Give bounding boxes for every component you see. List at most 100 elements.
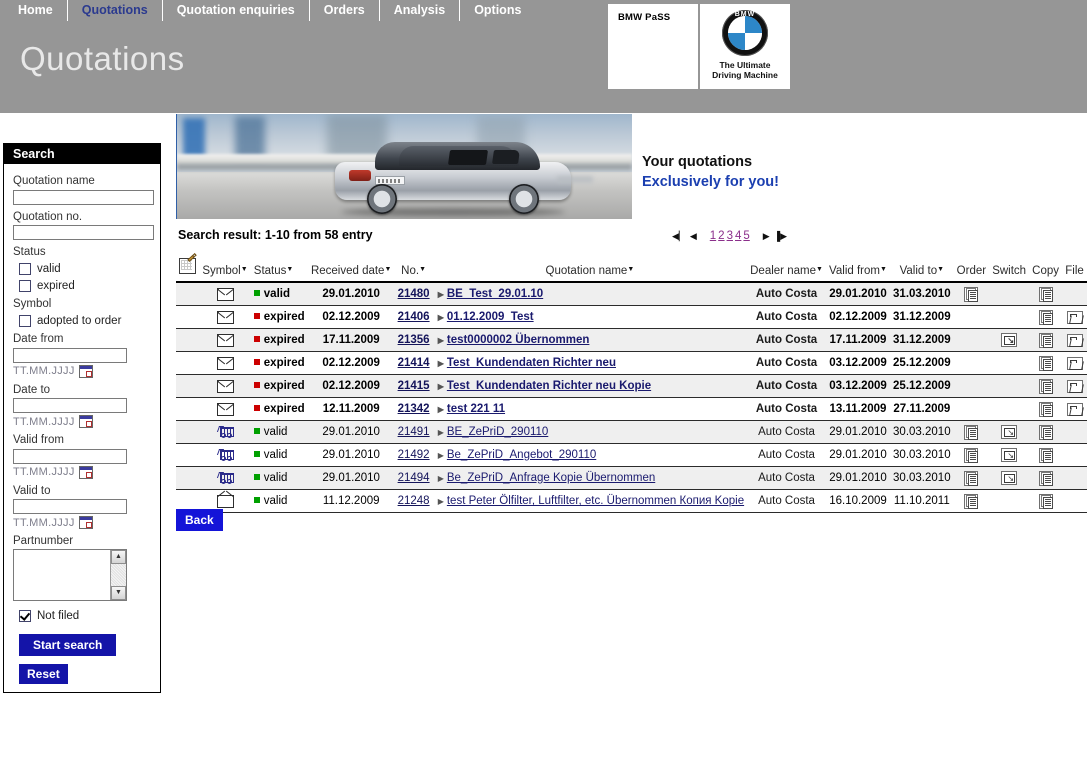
cell-order[interactable] bbox=[953, 420, 990, 444]
copy-document-icon[interactable] bbox=[1038, 286, 1053, 302]
envelope-closed-icon[interactable] bbox=[216, 287, 234, 301]
cell-symbol[interactable] bbox=[199, 466, 251, 490]
copy-document-icon[interactable] bbox=[1038, 309, 1053, 325]
calendar-icon[interactable] bbox=[78, 415, 93, 428]
copy-document-icon[interactable] bbox=[1038, 401, 1053, 417]
nav-item-home[interactable]: Home bbox=[0, 0, 68, 21]
partnumber-textarea[interactable]: ▲ ▼ bbox=[13, 549, 127, 601]
not-filed-checkbox[interactable] bbox=[19, 610, 31, 622]
quotation-number-link[interactable]: 21415 bbox=[398, 380, 430, 392]
order-document-icon[interactable] bbox=[964, 424, 979, 440]
status-expired-checkbox[interactable] bbox=[19, 280, 31, 292]
quotation-name-input[interactable] bbox=[13, 189, 154, 205]
pager-first-button[interactable]: ◀▏ bbox=[672, 229, 686, 243]
envelope-closed-icon[interactable] bbox=[216, 333, 234, 347]
pager-last-button[interactable]: ▐▶ bbox=[774, 229, 787, 243]
cell-file[interactable] bbox=[1062, 305, 1087, 329]
sort-descending-icon[interactable]: ▼ bbox=[286, 266, 293, 273]
pager-prev-button[interactable]: ◀ bbox=[690, 229, 697, 243]
cell-copy[interactable] bbox=[1029, 397, 1063, 421]
cell-quotation-name[interactable]: ▶ Be_ZePriD_Anfrage Kopie Übernommen bbox=[432, 466, 748, 490]
cell-copy[interactable] bbox=[1029, 351, 1063, 375]
order-document-icon[interactable] bbox=[964, 286, 979, 302]
cell-number[interactable]: 21356 bbox=[394, 328, 433, 352]
cell-copy[interactable] bbox=[1029, 328, 1063, 352]
pager-page-3[interactable]: 3 bbox=[727, 230, 733, 242]
date-from-input[interactable] bbox=[13, 347, 127, 363]
cell-symbol[interactable] bbox=[199, 397, 251, 421]
calendar-icon[interactable] bbox=[78, 465, 93, 479]
not-filed-checkbox-row[interactable]: Not filed bbox=[19, 610, 151, 622]
scroll-track[interactable] bbox=[111, 564, 126, 586]
sort-descending-icon[interactable]: ▼ bbox=[937, 266, 944, 273]
cell-order[interactable] bbox=[953, 466, 990, 490]
cell-quotation-name[interactable]: ▶ 01.12.2009_Test bbox=[432, 305, 748, 329]
cell-copy[interactable] bbox=[1029, 489, 1063, 513]
sort-descending-icon[interactable]: ▼ bbox=[816, 266, 823, 273]
quotation-name-link[interactable]: BE_ZePriD_290110 bbox=[447, 426, 548, 438]
quotation-name-link[interactable]: Test_Kundendaten Richter neu bbox=[447, 357, 616, 369]
cell-copy[interactable] bbox=[1029, 443, 1063, 467]
switch-icon[interactable]: ↘ bbox=[1001, 425, 1018, 439]
pager-page-5[interactable]: 5 bbox=[743, 230, 749, 242]
table-row[interactable]: expired 17.11.2009 21356 ▶ test0000002 Übern… bbox=[176, 328, 1087, 352]
copy-document-icon[interactable] bbox=[1038, 378, 1053, 394]
quotation-number-link[interactable]: 21492 bbox=[398, 449, 430, 461]
table-row[interactable]: valid 29.01.2010 21491 ▶ BE_ZePriD_290110 Aut… bbox=[176, 420, 1087, 444]
calendar-icon[interactable] bbox=[78, 364, 93, 378]
col-header-dealer[interactable]: Dealer name▼ bbox=[747, 256, 826, 283]
file-folder-icon[interactable] bbox=[1066, 310, 1084, 324]
quotation-number-link[interactable]: 21356 bbox=[398, 334, 430, 346]
quotation-name-link[interactable]: BE_Test_29.01.10 bbox=[447, 288, 543, 300]
file-folder-icon[interactable] bbox=[1066, 333, 1084, 347]
sort-descending-icon[interactable]: ▼ bbox=[384, 266, 391, 273]
order-document-icon[interactable] bbox=[964, 493, 979, 509]
cell-number[interactable]: 21494 bbox=[394, 466, 433, 490]
edit-note-icon[interactable] bbox=[179, 253, 197, 274]
cell-quotation-name[interactable]: ▶ BE_Test_29.01.10 bbox=[432, 282, 748, 306]
col-header-no[interactable]: No.▼ bbox=[394, 256, 433, 283]
quotation-name-link[interactable]: test0000002 Übernommen bbox=[447, 334, 590, 346]
quotation-number-link[interactable]: 21248 bbox=[398, 495, 430, 507]
status-expired-checkbox-row[interactable]: expired bbox=[19, 280, 151, 292]
cell-switch[interactable]: ↘ bbox=[989, 443, 1030, 467]
sort-descending-icon[interactable]: ▼ bbox=[241, 266, 248, 273]
cell-quotation-name[interactable]: ▶ Test_Kundendaten Richter neu bbox=[432, 351, 748, 375]
col-header-status[interactable]: Status▼ bbox=[250, 256, 308, 283]
envelope-open-icon[interactable] bbox=[216, 494, 234, 508]
nav-item-quotation-enquiries[interactable]: Quotation enquiries bbox=[163, 0, 310, 21]
col-header-name[interactable]: Quotation name▼ bbox=[432, 256, 748, 283]
table-row[interactable]: valid 11.12.2009 21248 ▶ test Peter Ölfilter… bbox=[176, 489, 1087, 513]
cell-copy[interactable] bbox=[1029, 305, 1063, 329]
nav-item-orders[interactable]: Orders bbox=[310, 0, 380, 21]
cell-quotation-name[interactable]: ▶ test Peter Ölfilter, Luftfilter, etc. Ü… bbox=[432, 489, 748, 513]
cell-file[interactable] bbox=[1062, 351, 1087, 375]
cell-switch[interactable]: ↘ bbox=[989, 420, 1030, 444]
copy-document-icon[interactable] bbox=[1038, 447, 1053, 463]
pager-page-1[interactable]: 1 bbox=[710, 230, 716, 242]
shopping-cart-icon[interactable] bbox=[216, 425, 234, 438]
calendar-icon[interactable] bbox=[78, 516, 93, 529]
cell-file[interactable] bbox=[1062, 397, 1087, 421]
quotation-number-link[interactable]: 21494 bbox=[398, 472, 430, 484]
back-button[interactable]: Back bbox=[176, 509, 223, 531]
quotation-number-link[interactable]: 21491 bbox=[398, 426, 430, 438]
file-folder-icon[interactable] bbox=[1066, 379, 1084, 393]
start-search-button[interactable]: Start search bbox=[19, 634, 117, 656]
cell-symbol[interactable] bbox=[199, 305, 251, 329]
quotation-name-link[interactable]: 01.12.2009_Test bbox=[447, 311, 534, 323]
cell-symbol[interactable] bbox=[199, 443, 251, 467]
status-valid-checkbox[interactable] bbox=[19, 263, 31, 275]
table-row[interactable]: valid 29.01.2010 21494 ▶ Be_ZePriD_Anfrage K… bbox=[176, 466, 1087, 490]
cell-quotation-name[interactable]: ▶ test0000002 Übernommen bbox=[432, 328, 748, 352]
cell-copy[interactable] bbox=[1029, 374, 1063, 398]
cell-order[interactable] bbox=[953, 443, 990, 467]
cell-number[interactable]: 21414 bbox=[394, 351, 433, 375]
cell-quotation-name[interactable]: ▶ BE_ZePriD_290110 bbox=[432, 420, 748, 444]
cell-number[interactable]: 21406 bbox=[394, 305, 433, 329]
file-folder-icon[interactable] bbox=[1066, 356, 1084, 370]
copy-document-icon[interactable] bbox=[1038, 470, 1053, 486]
envelope-closed-icon[interactable] bbox=[216, 310, 234, 324]
quotation-number-link[interactable]: 21342 bbox=[398, 403, 430, 415]
sort-descending-icon[interactable]: ▼ bbox=[880, 266, 887, 273]
